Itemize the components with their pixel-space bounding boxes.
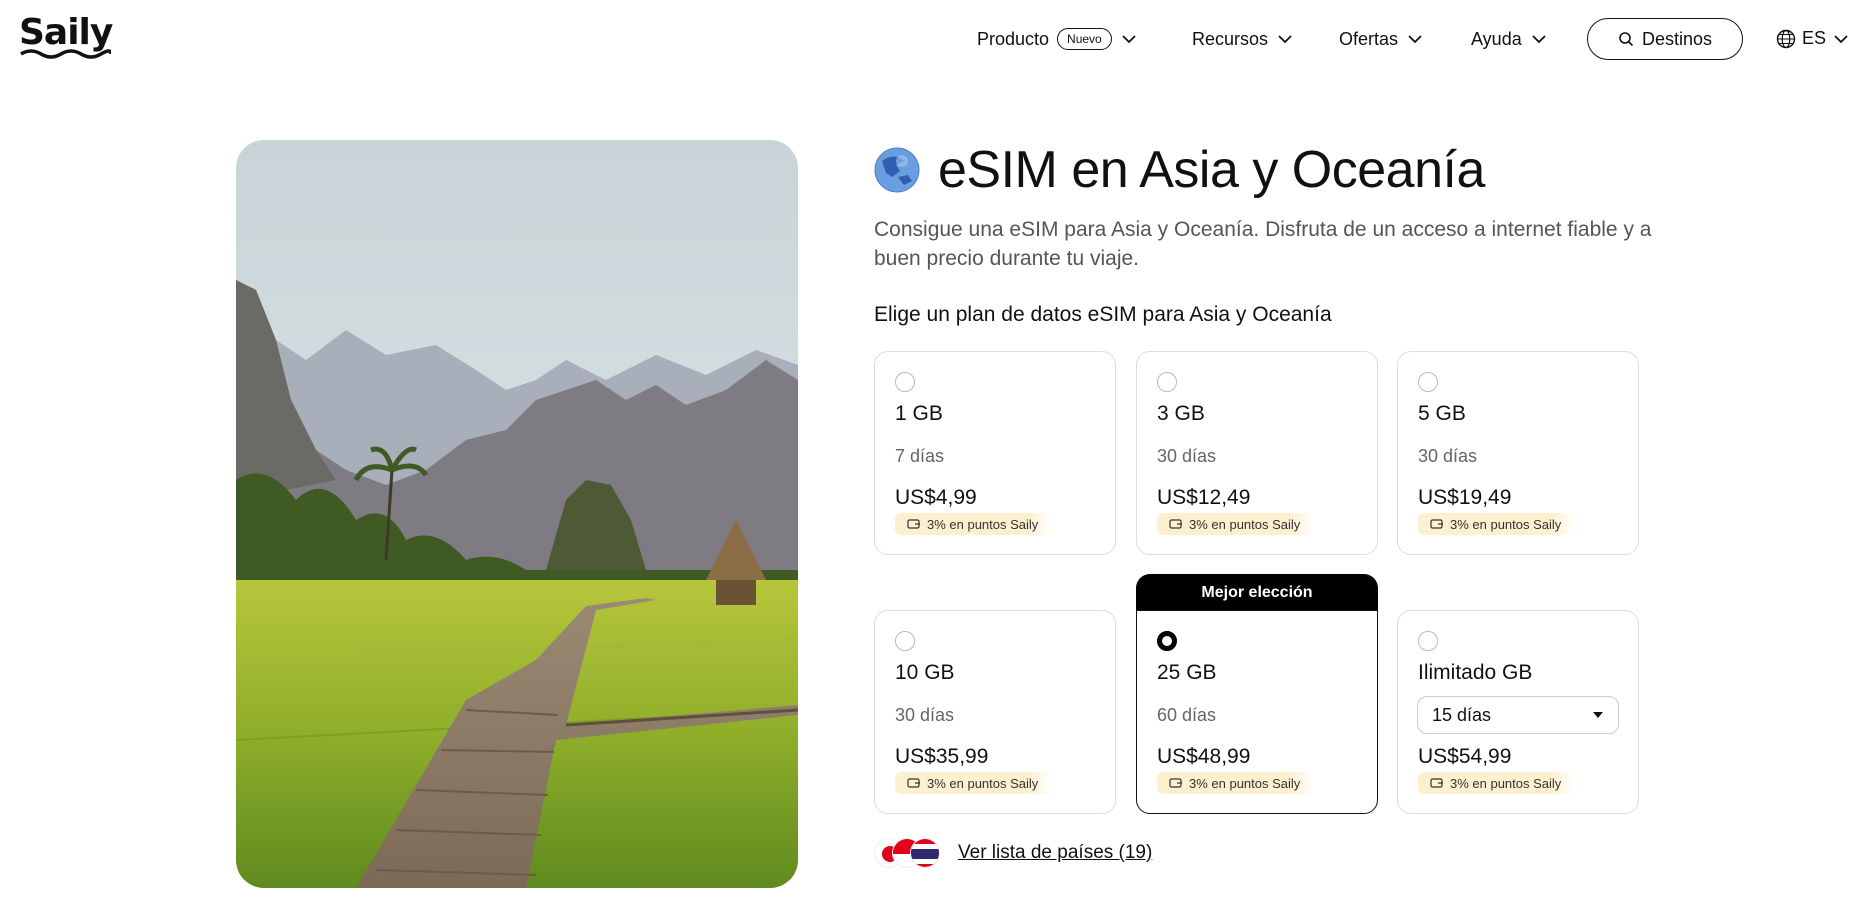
plan-card-10gb[interactable]: 10 GB 30 días US$35,99 3% en puntos Sail…	[874, 610, 1116, 814]
points-badge: 3% en puntos Saily	[1418, 772, 1576, 794]
nav-ayuda[interactable]: Ayuda	[1471, 18, 1548, 60]
points-badge: 3% en puntos Saily	[1418, 513, 1576, 535]
plan-radio[interactable]	[1418, 631, 1438, 651]
points-label: 3% en puntos Saily	[1450, 775, 1562, 791]
nav-recursos[interactable]: Recursos	[1192, 18, 1294, 60]
destinations-label: Destinos	[1641, 28, 1713, 49]
nav-producto-label: Producto	[977, 28, 1050, 49]
plan-price: US$35,99	[895, 745, 989, 768]
plan-data: 25 GB	[1157, 661, 1217, 684]
language-label: ES	[1802, 28, 1827, 48]
plan-duration: 7 días	[895, 446, 945, 466]
language-selector[interactable]: ES	[1776, 28, 1850, 49]
nav-ayuda-label: Ayuda	[1471, 28, 1522, 49]
logo-text: Saily	[19, 12, 113, 53]
wallet-icon	[907, 519, 920, 529]
plan-data: 10 GB	[895, 661, 955, 684]
points-label: 3% en puntos Saily	[1189, 516, 1301, 532]
plan-card-5gb[interactable]: 5 GB 30 días US$19,49 3% en puntos Saily	[1397, 351, 1639, 555]
wallet-icon	[1430, 778, 1443, 788]
points-label: 3% en puntos Saily	[927, 775, 1039, 791]
search-icon	[1619, 32, 1634, 47]
best-choice-tab: Mejor elección	[1136, 574, 1378, 612]
plan-data: 1 GB	[895, 402, 943, 425]
plan-radio[interactable]	[1418, 372, 1438, 392]
wallet-icon	[1169, 519, 1182, 529]
page-header: eSIM en Asia y Oceanía	[874, 140, 1485, 200]
points-badge: 3% en puntos Saily	[1157, 772, 1315, 794]
plan-duration: 30 días	[1418, 446, 1478, 466]
points-label: 3% en puntos Saily	[1450, 516, 1562, 532]
plan-card-3gb[interactable]: 3 GB 30 días US$12,49 3% en puntos Saily	[1136, 351, 1378, 555]
plan-data: 5 GB	[1418, 402, 1466, 425]
plan-radio[interactable]	[895, 372, 915, 392]
countries-list-link[interactable]: Ver lista de países (19)	[958, 842, 1152, 864]
nuevo-badge: Nuevo	[1057, 28, 1112, 50]
plan-price: US$19,49	[1418, 486, 1512, 509]
wallet-icon	[1430, 519, 1443, 529]
plan-data: 3 GB	[1157, 402, 1205, 425]
wallet-icon	[1169, 778, 1182, 788]
plans-heading: Elige un plan de datos eSIM para Asia y …	[874, 303, 1332, 326]
points-badge: 3% en puntos Saily	[895, 772, 1053, 794]
chevron-down-icon	[1834, 34, 1848, 43]
destinations-button[interactable]: Destinos	[1587, 18, 1743, 60]
duration-select[interactable]: 15 días	[1417, 696, 1619, 734]
plan-duration: 60 días	[1157, 705, 1217, 725]
hero-landscape-image	[236, 140, 798, 888]
plan-duration: 30 días	[895, 705, 955, 725]
chevron-down-icon	[1408, 35, 1422, 44]
site-header: Saily Producto Nuevo Recursos Ofertas Ay…	[0, 0, 1857, 78]
nav-ofertas[interactable]: Ofertas	[1339, 18, 1424, 60]
plan-radio-selected[interactable]	[1157, 631, 1177, 651]
duration-select-value: 15 días	[1432, 704, 1492, 725]
chevron-down-icon	[1532, 35, 1546, 44]
plan-price: US$4,99	[895, 486, 977, 509]
globe-icon	[1776, 29, 1796, 48]
plan-card-unlimited[interactable]: Ilimitado GB 15 días US$54,99 3% en punt…	[1397, 610, 1639, 814]
country-flags	[874, 838, 944, 868]
page-subtitle: Consigue una eSIM para Asia y Oceanía. D…	[874, 218, 1652, 270]
caret-down-icon	[1593, 712, 1603, 718]
points-label: 3% en puntos Saily	[927, 516, 1039, 532]
plan-card-1gb[interactable]: 1 GB 7 días US$4,99 3% en puntos Saily	[874, 351, 1116, 555]
points-badge: 3% en puntos Saily	[1157, 513, 1315, 535]
nav-recursos-label: Recursos	[1192, 28, 1269, 49]
nav-producto[interactable]: Producto Nuevo	[977, 18, 1138, 60]
plan-duration: 30 días	[1157, 446, 1217, 466]
nav-ofertas-label: Ofertas	[1339, 28, 1399, 49]
plan-radio[interactable]	[1157, 372, 1177, 392]
plan-price: US$48,99	[1157, 745, 1251, 768]
chevron-down-icon	[1278, 35, 1292, 44]
points-badge: 3% en puntos Saily	[895, 513, 1053, 535]
wallet-icon	[907, 778, 920, 788]
plan-price: US$12,49	[1157, 486, 1251, 509]
chevron-down-icon	[1122, 35, 1136, 44]
plan-card-25gb[interactable]: 25 GB 60 días US$48,99 3% en puntos Sail…	[1136, 610, 1378, 814]
flag-thailand-icon	[910, 838, 940, 868]
plan-data: Ilimitado GB	[1418, 661, 1533, 684]
page-title: eSIM en Asia y Oceanía	[938, 141, 1485, 199]
plan-radio[interactable]	[895, 631, 915, 651]
countries-row: Ver lista de países (19)	[874, 838, 1152, 868]
saily-logo[interactable]: Saily	[19, 14, 113, 62]
plan-price: US$54,99	[1418, 745, 1512, 768]
asia-oceania-globe-icon	[874, 147, 920, 193]
points-label: 3% en puntos Saily	[1189, 775, 1301, 791]
